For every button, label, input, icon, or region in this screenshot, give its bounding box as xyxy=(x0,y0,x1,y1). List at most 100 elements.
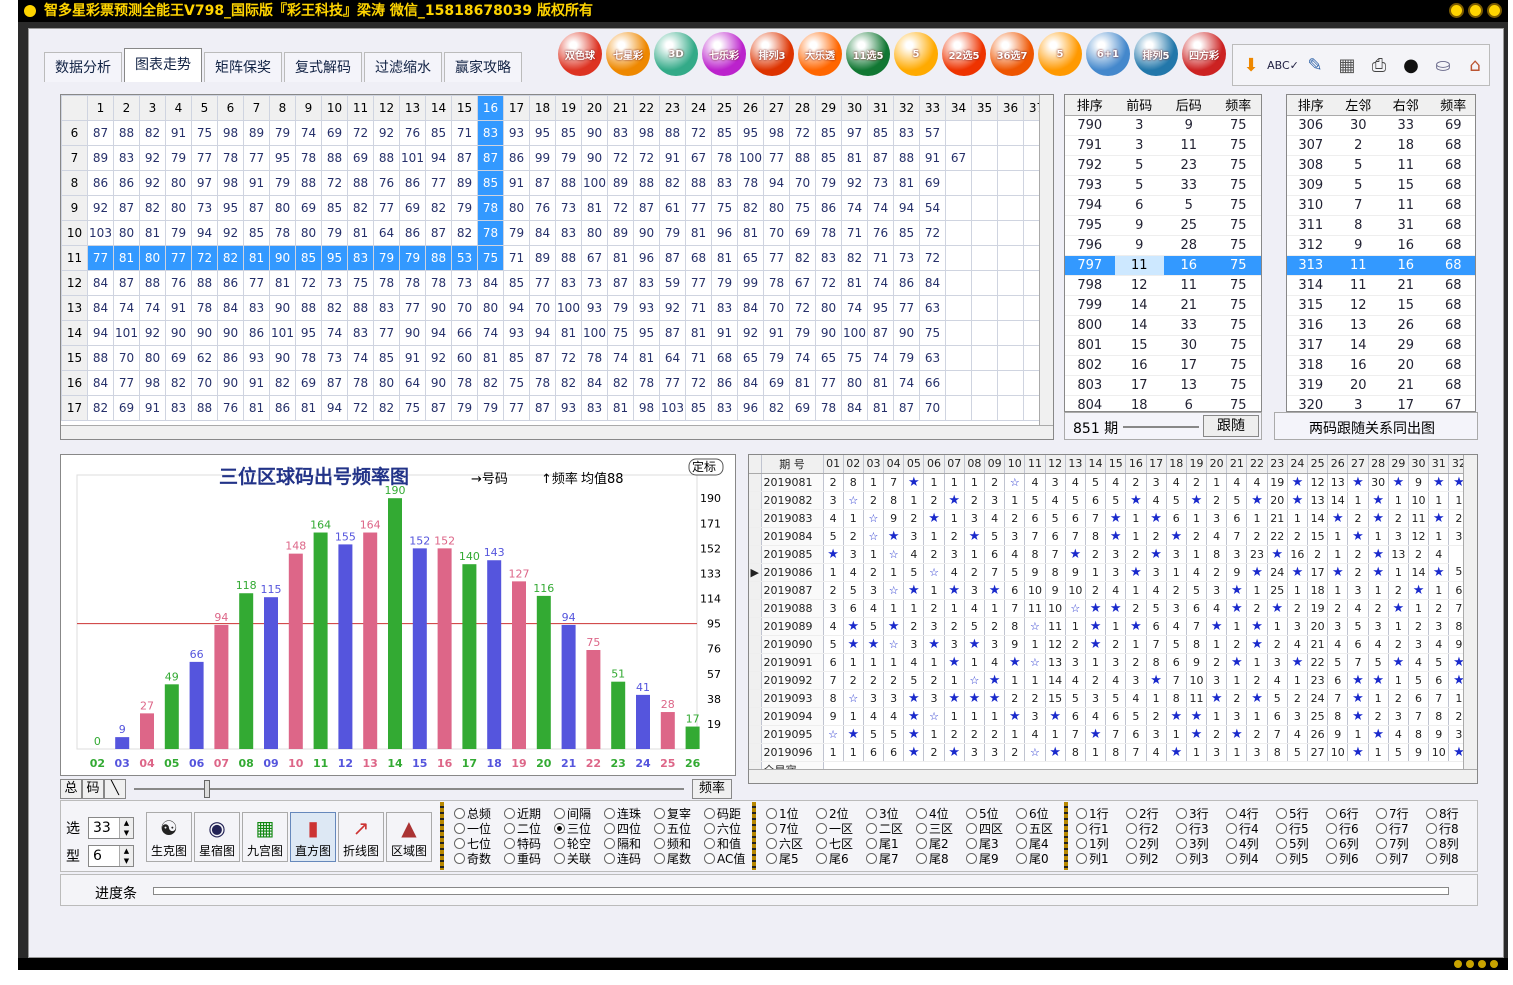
chart-type-button[interactable]: ↗ 折线图 xyxy=(338,812,384,862)
matrix-cell[interactable]: 63 xyxy=(919,295,946,321)
radio-option[interactable]: 列7 xyxy=(1376,851,1426,866)
matrix-cell[interactable] xyxy=(997,395,1024,421)
matrix-cell[interactable]: 93 xyxy=(243,345,270,371)
radio-option[interactable]: 6位 xyxy=(1016,806,1066,821)
radio-icon[interactable] xyxy=(1426,823,1437,834)
matrix-cell[interactable]: 71 xyxy=(685,345,712,371)
radio-icon[interactable] xyxy=(1276,808,1287,819)
matrix-cell[interactable]: 93 xyxy=(503,120,530,146)
matrix-cell[interactable] xyxy=(945,170,972,196)
matrix-cell[interactable]: 87 xyxy=(425,395,452,421)
chart-type-button[interactable]: ▦ 九宫图 xyxy=(242,812,288,862)
matrix-cell[interactable]: 83 xyxy=(165,395,192,421)
matrix-cell[interactable]: 86 xyxy=(399,220,426,246)
matrix-cell[interactable]: 72 xyxy=(607,145,634,171)
matrix-cell[interactable]: 82 xyxy=(269,370,296,396)
side-row[interactable]: 801 15 30 75 xyxy=(1065,335,1261,356)
radio-option[interactable]: 8行 xyxy=(1426,806,1476,821)
matrix-cell[interactable]: 84 xyxy=(87,270,114,296)
history-header[interactable]: 28 xyxy=(1368,455,1389,474)
column-header[interactable]: 29 xyxy=(815,95,842,121)
matrix-cell[interactable]: 94 xyxy=(191,220,218,246)
matrix-cell[interactable]: 78 xyxy=(815,395,842,421)
row-header[interactable]: 6 xyxy=(61,120,88,146)
matrix-cell[interactable]: 75 xyxy=(919,320,946,346)
radio-icon[interactable] xyxy=(704,838,715,849)
matrix-cell[interactable]: 80 xyxy=(139,245,166,271)
matrix-cell[interactable]: 79 xyxy=(165,145,192,171)
radio-icon[interactable] xyxy=(1276,853,1287,864)
matrix-cell[interactable]: 70 xyxy=(919,395,946,421)
matrix-cell[interactable]: 81 xyxy=(841,145,868,171)
tab-4[interactable]: 过滤缩水 xyxy=(364,52,442,82)
row-header[interactable]: 15 xyxy=(61,345,88,371)
column-header[interactable]: 8 xyxy=(269,95,296,121)
matrix-cell[interactable]: 59 xyxy=(659,270,686,296)
side-row[interactable]: 797 11 16 75 xyxy=(1065,255,1261,276)
matrix-cell[interactable]: 86 xyxy=(113,170,140,196)
matrix-cell[interactable]: 84 xyxy=(919,270,946,296)
matrix-cell[interactable]: 92 xyxy=(139,145,166,171)
matrix-cell[interactable]: 82 xyxy=(139,195,166,221)
side-header[interactable]: 排序 xyxy=(1287,95,1335,116)
matrix-cell[interactable]: 98 xyxy=(139,370,166,396)
column-header[interactable]: 15 xyxy=(451,95,478,121)
radio-option[interactable]: 五区 xyxy=(1016,821,1066,836)
matrix-cell[interactable]: 70 xyxy=(113,345,140,371)
history-row[interactable]: 2019095 ☆ ★ 5 5 ★ 1 2 2 2 1 4 1 7 ★ 7 6 3 1 ★ 2 ★ 2 7 4 26 9 1 ★ 4 8 9 3 xyxy=(749,725,1470,744)
xing-spinner[interactable]: 6 ▲ ▼ xyxy=(88,845,134,867)
matrix-cell[interactable]: 75 xyxy=(503,370,530,396)
matrix-cell[interactable]: 72 xyxy=(607,195,634,221)
radio-icon[interactable] xyxy=(916,838,927,849)
radio-icon[interactable] xyxy=(1426,838,1437,849)
matrix-cell[interactable]: 64 xyxy=(399,370,426,396)
matrix-cell[interactable]: 77 xyxy=(165,245,192,271)
matrix-cell[interactable]: 76 xyxy=(217,395,244,421)
matrix-cell[interactable]: 69 xyxy=(789,220,816,246)
side-row[interactable]: 803 17 13 75 xyxy=(1065,375,1261,396)
radio-icon[interactable] xyxy=(866,823,877,834)
matrix-cell[interactable]: 94 xyxy=(893,195,920,221)
matrix-cell[interactable]: 77 xyxy=(373,195,400,221)
matrix-cell[interactable] xyxy=(971,245,998,271)
matrix-cell[interactable]: 103 xyxy=(659,395,686,421)
radio-icon[interactable] xyxy=(966,823,977,834)
radio-icon[interactable] xyxy=(604,838,615,849)
matrix-cell[interactable]: 81 xyxy=(711,245,738,271)
matrix-cell[interactable]: 78 xyxy=(477,220,504,246)
qq-icon[interactable]: ● xyxy=(1397,50,1425,80)
matrix-cell[interactable]: 79 xyxy=(555,145,582,171)
side-row[interactable]: 795 9 25 75 xyxy=(1065,215,1261,236)
matrix-cell[interactable]: 78 xyxy=(191,295,218,321)
radio-option[interactable]: 一位 xyxy=(454,821,504,836)
radio-option[interactable]: 连珠 xyxy=(604,806,654,821)
history-vscroll[interactable] xyxy=(1463,455,1477,783)
matrix-cell[interactable]: 66 xyxy=(451,320,478,346)
matrix-cell[interactable]: 82 xyxy=(347,195,374,221)
matrix-cell[interactable]: 85 xyxy=(893,220,920,246)
row-header[interactable]: 10 xyxy=(61,220,88,246)
radio-option[interactable]: 尾4 xyxy=(1016,836,1066,851)
history-header[interactable]: 11 xyxy=(1024,455,1046,474)
radio-option[interactable]: 尾2 xyxy=(916,836,966,851)
column-header[interactable]: 16 xyxy=(477,95,504,121)
matrix-cell[interactable]: 74 xyxy=(113,295,140,321)
radio-icon[interactable] xyxy=(654,853,665,864)
matrix-cell[interactable]: 99 xyxy=(529,145,556,171)
xuan-spinner[interactable]: 33 ▲ ▼ xyxy=(88,817,134,839)
radio-icon[interactable] xyxy=(766,853,777,864)
side-header[interactable]: 右邻 xyxy=(1382,95,1430,116)
matrix-cell[interactable]: 88 xyxy=(295,295,322,321)
matrix-cell[interactable]: 77 xyxy=(243,145,270,171)
matrix-cell[interactable]: 69 xyxy=(295,195,322,221)
matrix-cell[interactable]: 84 xyxy=(87,295,114,321)
follow-chart-label[interactable]: 两码跟随关系同出图 xyxy=(1309,418,1435,438)
matrix-cell[interactable]: 98 xyxy=(217,170,244,196)
column-header[interactable]: 33 xyxy=(919,95,946,121)
matrix-cell[interactable]: 71 xyxy=(503,245,530,271)
history-header[interactable]: 06 xyxy=(923,455,945,474)
radio-icon[interactable] xyxy=(1226,808,1237,819)
matrix-cell[interactable]: 92 xyxy=(87,195,114,221)
matrix-cell[interactable]: 90 xyxy=(425,370,452,396)
matrix-cell[interactable]: 87 xyxy=(321,370,348,396)
